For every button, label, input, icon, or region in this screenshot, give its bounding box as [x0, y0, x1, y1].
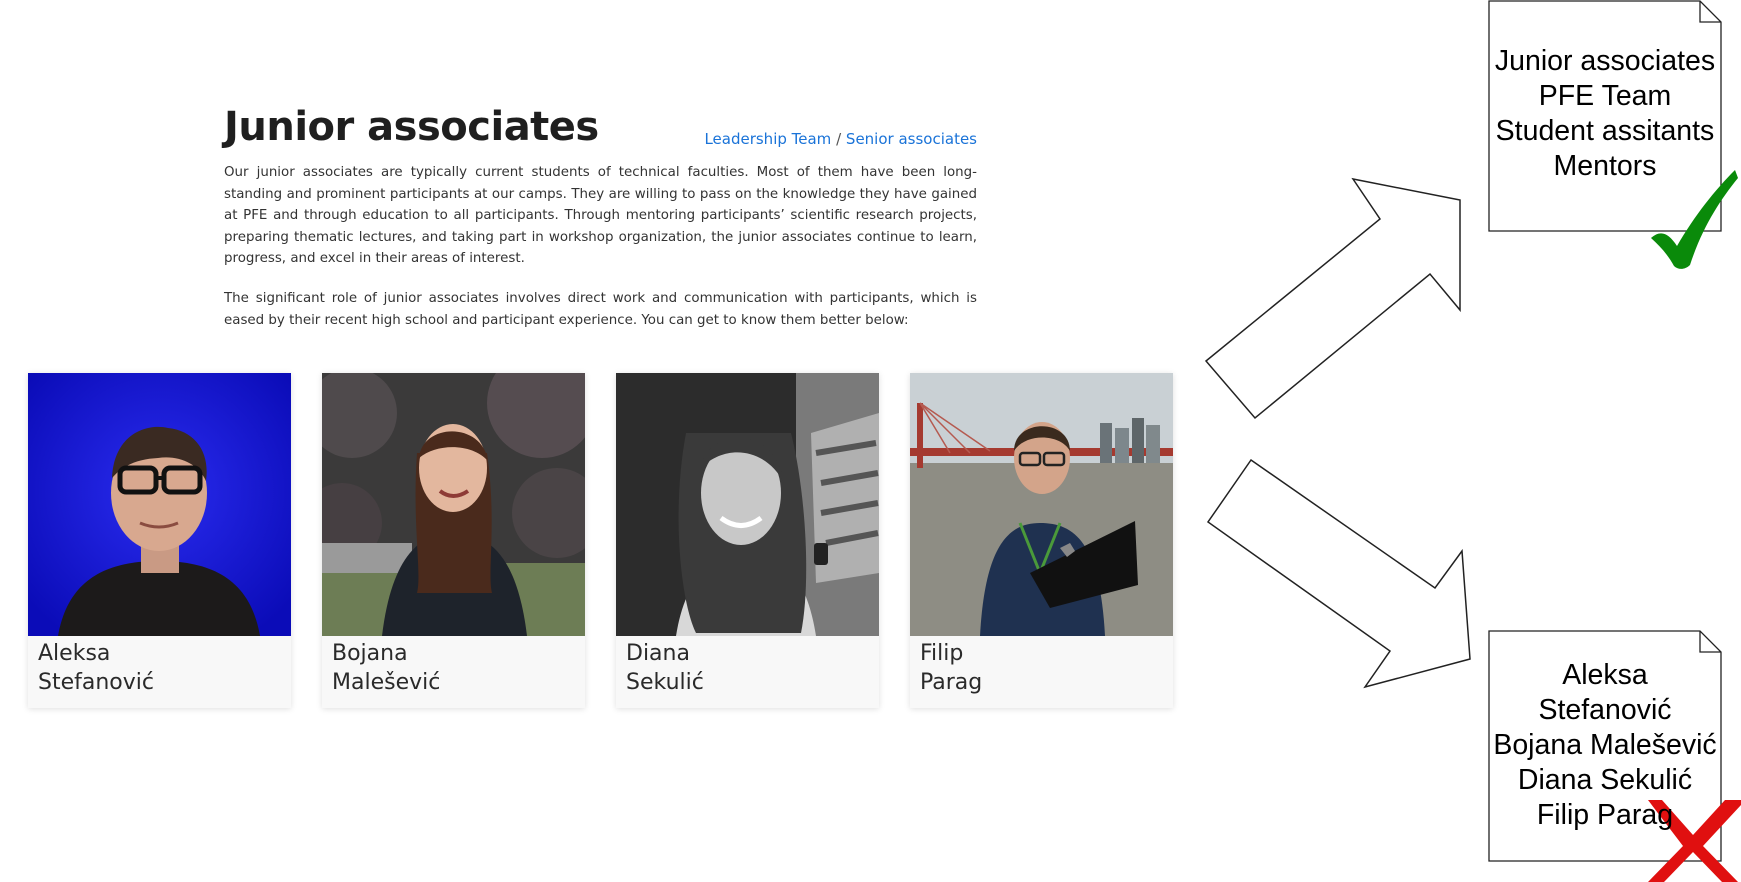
- document-line: Student assitants: [1495, 115, 1715, 147]
- document-line: PFE Team: [1538, 80, 1672, 112]
- document-bottom-text: Aleksa Stefanović Bojana Malešević Diana…: [1489, 658, 1721, 833]
- document-line: Filip Parag: [1536, 799, 1674, 831]
- document-top-text: Junior associates PFE Team Student assit…: [1489, 44, 1721, 184]
- arrow-down-right-icon: [1206, 458, 1471, 689]
- arrow-up-right-icon: [1204, 177, 1461, 420]
- document-line: Junior associates: [1494, 45, 1716, 77]
- document-line: Stefanović: [1538, 694, 1672, 726]
- document-line: Bojana Malešević: [1493, 729, 1717, 761]
- annotation-overlay: [1204, 0, 1741, 882]
- document-line: Diana Sekulić: [1517, 764, 1693, 796]
- document-line: Mentors: [1553, 150, 1657, 182]
- document-line: Aleksa: [1562, 659, 1648, 691]
